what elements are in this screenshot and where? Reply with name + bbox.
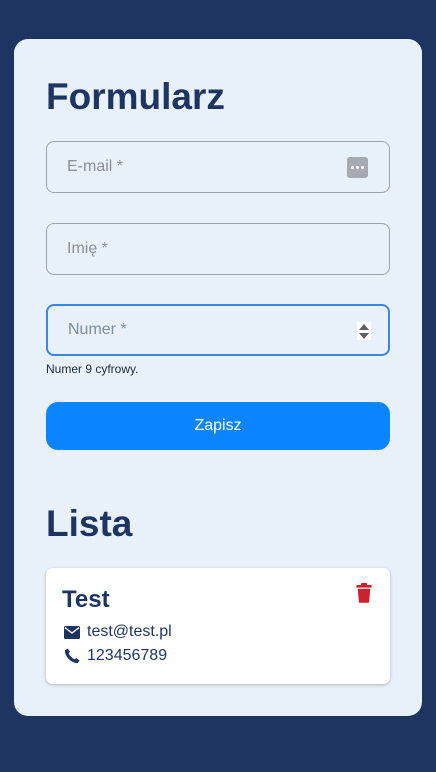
list-title: Lista <box>46 503 133 544</box>
email-input[interactable] <box>47 142 389 192</box>
number-hint: Numer 9 cyfrowy. <box>46 362 139 376</box>
email-field[interactable] <box>46 141 390 193</box>
number-field[interactable] <box>46 304 390 356</box>
trash-icon[interactable] <box>356 583 372 603</box>
item-email: test@test.pl <box>87 623 172 640</box>
name-input[interactable] <box>47 224 389 274</box>
save-button[interactable]: Zapisz <box>46 402 390 450</box>
phone-icon <box>63 647 81 665</box>
form-title: Formularz <box>46 76 225 117</box>
name-field[interactable] <box>46 223 390 275</box>
item-email-row: test@test.pl <box>63 622 172 642</box>
spinner-up-icon[interactable] <box>359 324 369 330</box>
item-name: Test <box>62 586 110 613</box>
number-spinner[interactable] <box>357 322 371 340</box>
spinner-down-icon[interactable] <box>359 333 369 339</box>
item-phone-row: 123456789 <box>63 646 167 666</box>
item-phone: 123456789 <box>87 647 168 664</box>
envelope-icon <box>63 623 81 641</box>
password-manager-icon[interactable] <box>347 157 368 178</box>
form-card: Formularz Numer 9 cyfrowy. Zapisz Lista … <box>14 39 422 716</box>
list-item: Test test@test.pl 123456789 <box>46 568 390 684</box>
number-input[interactable] <box>48 306 388 354</box>
